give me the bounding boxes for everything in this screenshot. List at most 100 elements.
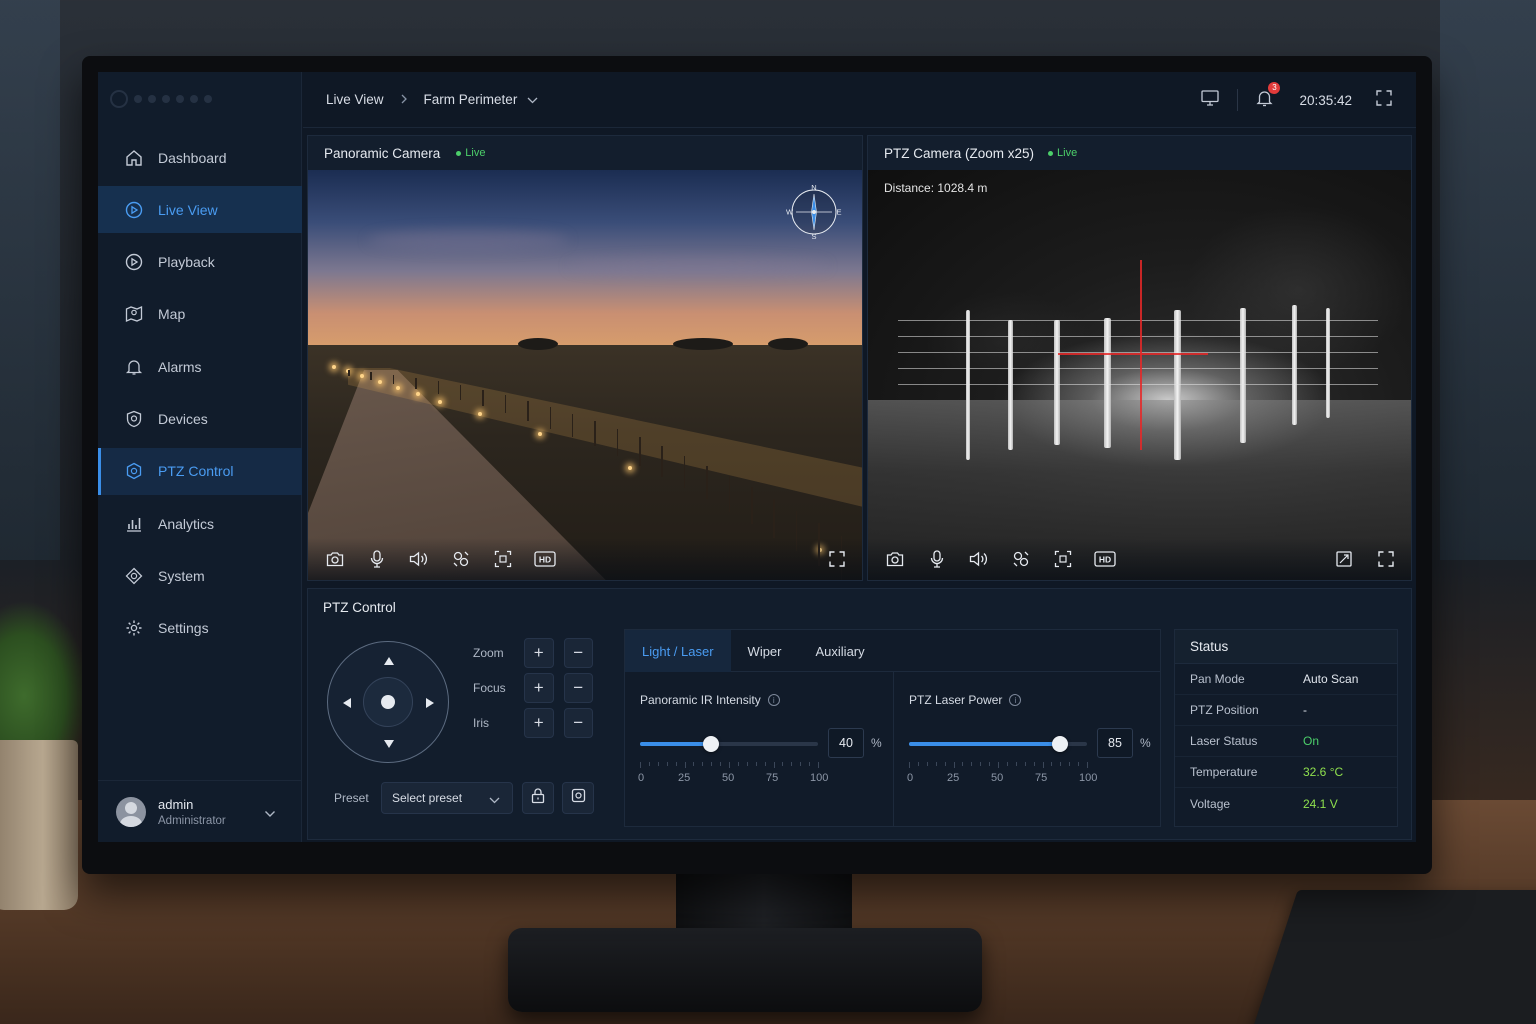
top-right-controls: 3 20:35:42 [1201, 72, 1392, 128]
status-row: Pan Mode Auto Scan [1175, 664, 1397, 695]
slider-tick [764, 762, 766, 766]
breadcrumb-live-view[interactable]: Live View [326, 92, 384, 107]
camera-snapshot-icon[interactable] [874, 538, 916, 580]
sidebar-item-dashboard[interactable]: Dashboard [98, 134, 302, 181]
zoom-row: Zoom + − [473, 638, 603, 668]
hd-label: HD [539, 555, 551, 565]
fence-light [538, 432, 542, 436]
slider-tick [998, 762, 999, 768]
zoom-in-button[interactable]: + [524, 638, 554, 668]
preset-select[interactable]: Select preset [381, 782, 513, 814]
pan-up-button[interactable] [384, 657, 394, 665]
bell-icon [124, 357, 144, 377]
laser-reticle-horizontal [1058, 353, 1208, 355]
chevron-down-icon[interactable] [527, 91, 538, 109]
toolbar-right [816, 538, 858, 580]
tracking-icon[interactable] [1000, 538, 1042, 580]
tab-wiper[interactable]: Wiper [731, 630, 799, 672]
fullscreen-icon[interactable] [816, 538, 858, 580]
tracking-icon[interactable] [440, 538, 482, 580]
microphone-icon[interactable] [916, 538, 958, 580]
call-preset-button[interactable] [562, 782, 594, 814]
laser-power-slider[interactable] [909, 736, 1087, 752]
slider-tick [980, 762, 982, 766]
compass-north: N [811, 184, 816, 192]
microphone-icon[interactable] [356, 538, 398, 580]
ptz-icon [124, 461, 144, 481]
scale-label: 75 [766, 772, 779, 784]
sidebar-item-analytics[interactable]: Analytics [98, 500, 302, 547]
notifications-button[interactable]: 3 [1256, 81, 1281, 112]
fullscreen-icon[interactable] [1365, 538, 1407, 580]
playback-icon [124, 252, 144, 272]
tab-auxiliary[interactable]: Auxiliary [799, 630, 882, 672]
slider-tick [640, 762, 641, 768]
cloud [568, 258, 828, 274]
slider-tick [657, 762, 659, 766]
site-selector[interactable]: Farm Perimeter [424, 92, 518, 107]
focus-frame-icon[interactable] [1042, 538, 1084, 580]
fence-wire [898, 320, 1378, 321]
focus-frame-icon[interactable] [482, 538, 524, 580]
direction-pad[interactable] [327, 641, 449, 763]
slider-tick [666, 762, 668, 766]
fullscreen-icon[interactable] [1376, 89, 1392, 111]
ir-intensity-value[interactable]: 40 [828, 728, 864, 758]
hd-icon[interactable]: HD [1084, 538, 1126, 580]
fence-post [549, 407, 552, 429]
pan-down-button[interactable] [384, 740, 394, 748]
camera-toolbar: HD [308, 538, 862, 580]
zoom-out-button[interactable]: − [563, 638, 593, 668]
pan-left-button[interactable] [343, 698, 351, 708]
panoramic-video-feed[interactable]: N E S W HD [308, 170, 862, 580]
camera-snapshot-icon[interactable] [314, 538, 356, 580]
divider [1237, 89, 1239, 111]
save-preset-button[interactable] [522, 782, 554, 814]
pan-right-button[interactable] [426, 698, 434, 708]
fence-post [370, 372, 372, 380]
focus-plus-button[interactable]: + [524, 673, 554, 703]
sidebar-item-map[interactable]: Map [98, 291, 302, 338]
sidebar-item-alarms[interactable]: Alarms [98, 343, 302, 390]
sidebar-item-devices[interactable]: Devices [98, 395, 302, 442]
slider-scale: 0 25 50 75 100 [907, 772, 1109, 786]
tab-bar: Light / Laser Wiper Auxiliary [625, 630, 1160, 672]
iris-plus-button[interactable]: + [524, 708, 554, 738]
monitor-icon[interactable] [1201, 89, 1220, 111]
fence-light [360, 374, 364, 378]
fence-post [751, 487, 753, 525]
iris-minus-button[interactable]: − [563, 708, 593, 738]
shield-icon [124, 409, 144, 429]
user-menu[interactable]: admin Administrator [98, 780, 302, 842]
slider-tick [755, 762, 757, 766]
status-panel: Status Pan Mode Auto Scan PTZ Position -… [1174, 629, 1398, 827]
focus-minus-button[interactable]: − [563, 673, 593, 703]
scale-label: 50 [722, 772, 735, 784]
sidebar-nav: Dashboard Live View Playback Map Alarms … [98, 134, 302, 657]
info-icon[interactable]: i [767, 694, 780, 706]
slider-thumb[interactable] [703, 736, 720, 752]
speaker-icon[interactable] [398, 538, 440, 580]
sidebar-item-settings[interactable]: Settings [98, 605, 302, 652]
sidebar-item-system[interactable]: System [98, 552, 302, 599]
sidebar-item-playback[interactable]: Playback [98, 239, 302, 286]
picture-in-picture-icon[interactable] [1323, 538, 1365, 580]
fence-post [504, 395, 507, 414]
slider-thumb[interactable] [1052, 736, 1069, 752]
laser-power-value[interactable]: 85 [1097, 728, 1133, 758]
slider-tick [648, 762, 650, 766]
tab-light-laser[interactable]: Light / Laser [625, 630, 731, 672]
monitor-stand-base [508, 928, 982, 1012]
ptz-video-feed[interactable]: Distance: 1028.4 m HD [868, 170, 1411, 580]
compass-east: E [836, 208, 841, 217]
ir-intensity-slider[interactable] [640, 736, 818, 752]
info-icon[interactable]: i [1009, 694, 1022, 706]
notification-badge: 3 [1268, 81, 1281, 94]
sidebar-item-live-view[interactable]: Live View [98, 186, 302, 234]
chevron-down-icon[interactable] [264, 805, 276, 823]
home-position-button[interactable] [363, 677, 413, 727]
slider-tick [1006, 762, 1008, 766]
speaker-icon[interactable] [958, 538, 1000, 580]
sidebar-item-ptz-control[interactable]: PTZ Control [98, 447, 302, 495]
hd-icon[interactable]: HD [524, 538, 566, 580]
